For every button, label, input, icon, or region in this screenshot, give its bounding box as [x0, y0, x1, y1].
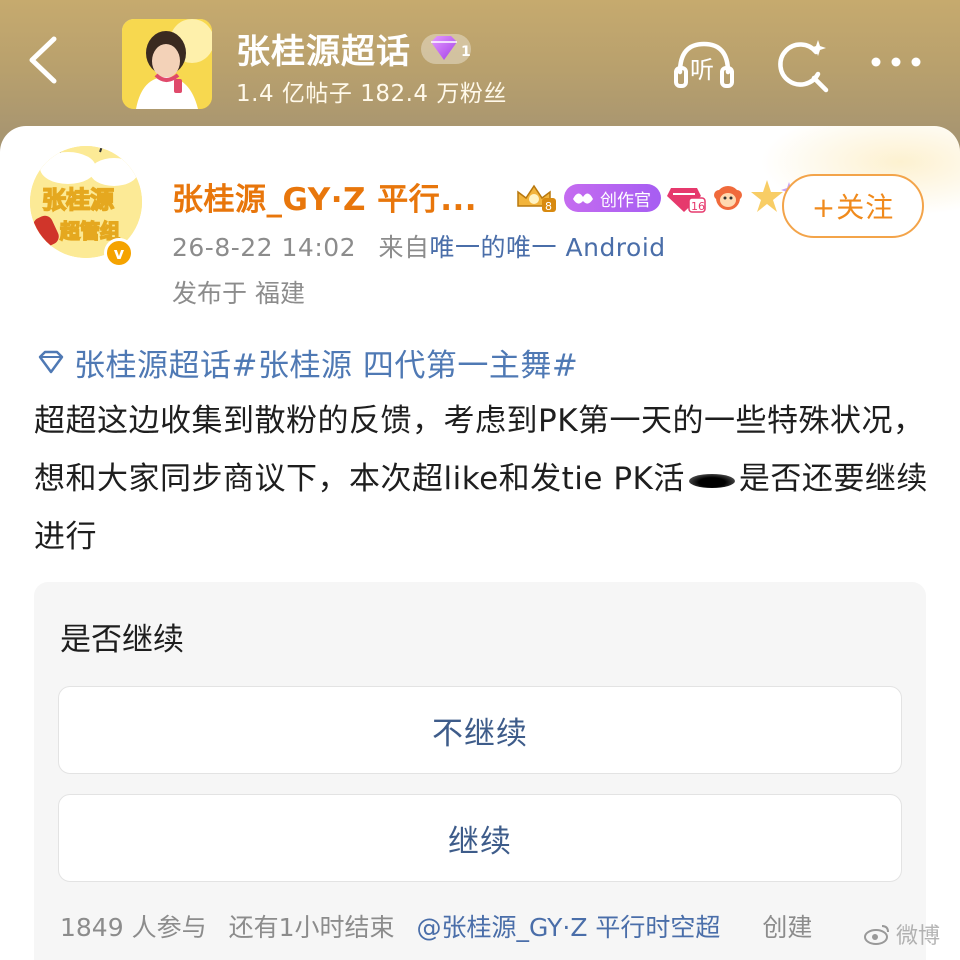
poll-create-label: 创建	[762, 913, 813, 942]
diamond-icon: 1	[421, 33, 471, 64]
poll-creator-name: @张桂源_GY·Z 平行时空超	[416, 913, 721, 942]
diamond-outline-icon	[38, 350, 64, 373]
poll-time-left: 还有1小时结束	[228, 913, 395, 942]
topic-link-text: 张桂源超话#张桂源 四代第一主舞#	[74, 348, 579, 384]
author-name[interactable]: 张桂源_GY·Z 平行...	[172, 174, 477, 219]
creator-icon	[573, 193, 593, 204]
weibo-watermark: 微博	[863, 918, 940, 950]
verified-badge: v	[104, 238, 134, 268]
back-button[interactable]	[18, 30, 68, 90]
poll-title: 是否继续	[60, 622, 184, 658]
watermark-text: 微博	[895, 924, 940, 949]
topic-title: 张桂源超话 1	[236, 24, 471, 73]
poll-option-continue[interactable]: 继续	[58, 794, 902, 882]
back-arrow-icon	[29, 36, 57, 84]
post-time: 26-8-22 14:02	[172, 233, 357, 262]
poll-participants: 1849 人参与	[60, 913, 207, 942]
poll-footer: 1849 人参与 还有1小时结束 @张桂源_GY·Z 平行时空超 创建	[60, 908, 812, 944]
listen-button[interactable]: 听	[672, 36, 734, 92]
follow-button[interactable]: +关注	[782, 174, 924, 238]
poll-option-not-continue[interactable]: 不继续	[58, 686, 902, 774]
hole-emoji-icon	[688, 473, 735, 488]
creator-badge-label: 创作官	[600, 190, 651, 211]
crown-level-text: 8	[545, 200, 552, 213]
poll-creator[interactable]: @张桂源_GY·Z 平行时空超	[417, 908, 721, 944]
more-icon	[871, 57, 921, 67]
vip-level-text: 16	[691, 200, 705, 213]
topic-header: 张桂源超话 1 1.4 亿帖子 182.4 万粉丝 听	[0, 0, 960, 128]
topic-stats: 1.4 亿帖子 182.4 万粉丝	[236, 81, 507, 107]
post-meta: 26-8-22 14:02 来自唯一的唯一 Android	[172, 228, 666, 264]
weibo-logo-icon	[863, 925, 889, 945]
search-icon	[778, 40, 829, 93]
source-prefix: 来自	[378, 233, 430, 262]
listen-label: 听	[690, 56, 714, 84]
monkey-badge-icon[interactable]	[713, 183, 743, 213]
post-card: 张桂源 超管组 v 张桂源_GY·Z 平行... 8 创作官 16 +关注 26…	[0, 126, 960, 960]
author-badges: 8 创作官 16	[514, 178, 799, 218]
topic-avatar[interactable]	[122, 19, 212, 109]
post-source[interactable]: 唯一的唯一 Android	[430, 233, 666, 262]
poll-card: 是否继续 不继续 继续 1849 人参与 还有1小时结束 @张桂源_GY·Z 平…	[34, 582, 926, 960]
search-button[interactable]	[772, 36, 829, 93]
topic-title-text: 张桂源超话	[236, 32, 411, 72]
post-location: 发布于 福建	[172, 279, 305, 308]
vip-level-icon[interactable]: 16	[667, 182, 707, 214]
crown-level-icon[interactable]: 8	[514, 182, 558, 214]
svg-text:1: 1	[461, 44, 471, 60]
more-button[interactable]	[866, 36, 922, 92]
creator-badge[interactable]: 创作官	[564, 184, 661, 212]
avatar-text-line1: 张桂源	[42, 186, 114, 214]
listen-icon: 听	[674, 41, 734, 88]
post-body: 超超这边收集到散粉的反馈，考虑到PK第一天的一些特殊状况，想和大家同步商议下，本…	[34, 392, 934, 566]
topic-link[interactable]: 张桂源超话#张桂源 四代第一主舞#	[34, 340, 578, 385]
topic-avatar-image	[122, 19, 212, 109]
